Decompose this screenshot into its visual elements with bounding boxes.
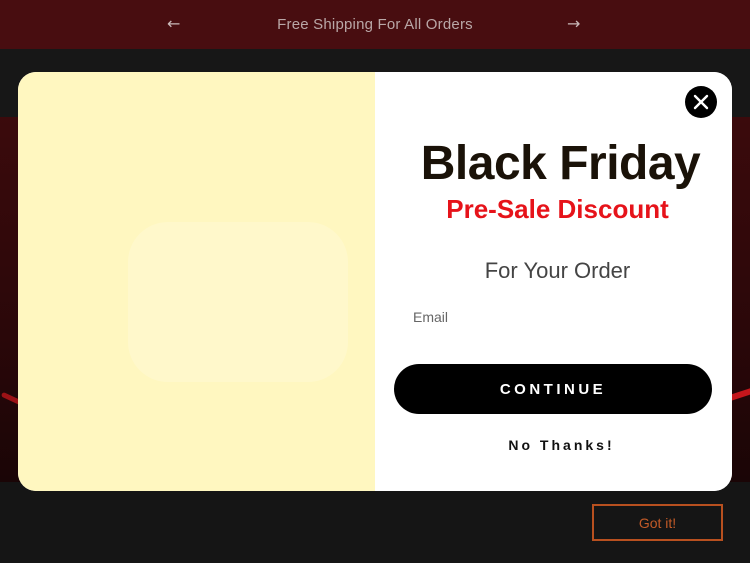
newsletter-popup: Black Friday Pre-Sale Discount For Your … <box>18 72 732 491</box>
popup-subheadline: Pre-Sale Discount <box>446 194 669 224</box>
popup-headline: Black Friday <box>420 137 701 190</box>
arrow-left-icon[interactable]: ← <box>167 14 180 33</box>
no-thanks-link[interactable]: No Thanks! <box>375 437 732 453</box>
continue-button[interactable]: CONTINUE <box>394 364 712 414</box>
announcement-message: Free Shipping For All Orders <box>277 16 473 33</box>
popup-content: Black Friday Pre-Sale Discount For Your … <box>375 72 732 491</box>
popup-image-panel <box>18 72 375 491</box>
email-field[interactable] <box>405 300 705 334</box>
announcement-bar: ← Free Shipping For All Orders → <box>0 0 750 49</box>
popup-order-text: For Your Order <box>484 258 631 283</box>
close-icon[interactable] <box>685 86 717 118</box>
arrow-right-icon[interactable]: → <box>567 14 580 33</box>
popup-image-faded <box>128 222 348 382</box>
got-it-button[interactable]: Got it! <box>592 504 723 541</box>
